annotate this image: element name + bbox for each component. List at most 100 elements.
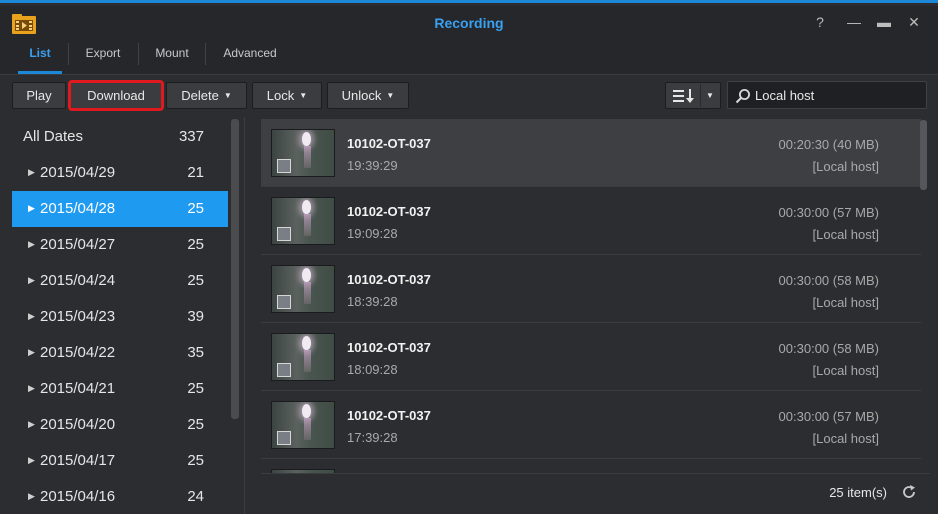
- recording-thumbnail[interactable]: [271, 401, 335, 449]
- expand-arrow-icon[interactable]: ▶: [28, 275, 35, 286]
- recording-thumbnail[interactable]: [271, 129, 335, 177]
- sidebar-item-label: All Dates: [23, 128, 84, 145]
- sidebar-item-count: 25: [187, 272, 204, 289]
- minimize-icon[interactable]: —: [844, 13, 864, 31]
- sidebar-item-label: 2015/04/16: [40, 488, 116, 505]
- recording-thumbnail[interactable]: [271, 197, 335, 245]
- select-checkbox[interactable]: [277, 431, 291, 445]
- recording-host: [Local host]: [812, 363, 880, 378]
- list-item[interactable]: 10102-OT-037 19:09:28 00:30:00 (57 MB) […: [261, 187, 921, 255]
- sort-icon: [673, 89, 694, 103]
- sidebar-item-label: 2015/04/22: [40, 344, 116, 361]
- maximize-icon[interactable]: ▬: [874, 13, 894, 31]
- tab-divider: [138, 43, 139, 65]
- recording-name: 10102-OT-037: [347, 272, 431, 287]
- tab-advanced[interactable]: Advanced: [210, 39, 290, 74]
- select-checkbox[interactable]: [277, 363, 291, 377]
- sidebar-item-label: 2015/04/23: [40, 308, 116, 325]
- download-button-label: Download: [87, 88, 145, 103]
- caret-down-icon[interactable]: ▼: [706, 83, 714, 108]
- expand-arrow-icon[interactable]: ▶: [28, 203, 35, 214]
- recording-thumbnail[interactable]: [271, 333, 335, 381]
- sidebar-item-date[interactable]: ▶ 2015/04/22 35: [12, 335, 228, 371]
- item-count: 25 item(s): [829, 485, 887, 500]
- search-icon: [735, 89, 750, 104]
- sidebar-item-date[interactable]: ▶ 2015/04/20 25: [12, 407, 228, 443]
- select-checkbox[interactable]: [277, 227, 291, 241]
- expand-arrow-icon[interactable]: ▶: [28, 167, 35, 178]
- recording-name: 10102-OT-037: [347, 340, 431, 355]
- help-icon[interactable]: ?: [810, 13, 830, 31]
- expand-arrow-icon[interactable]: ▶: [28, 419, 35, 430]
- expand-arrow-icon[interactable]: ▶: [28, 383, 35, 394]
- unlock-button-label: Unlock: [341, 88, 382, 103]
- sidebar-item-date-selected[interactable]: ▶ 2015/04/28 25: [12, 191, 228, 227]
- list-scrollbar[interactable]: [920, 120, 927, 190]
- expand-arrow-icon[interactable]: ▶: [28, 347, 35, 358]
- sidebar-item-label: 2015/04/24: [40, 272, 116, 289]
- list-item[interactable]: 10102-OT-037 19:39:29 00:20:30 (40 MB) […: [261, 119, 921, 187]
- sidebar-item-label: 2015/04/29: [40, 164, 116, 181]
- sidebar-item-label: 2015/04/21: [40, 380, 116, 397]
- recording-duration: 00:30:00 (57 MB): [778, 205, 879, 220]
- sidebar-item-count: 39: [187, 308, 204, 325]
- select-checkbox[interactable]: [277, 295, 291, 309]
- sidebar-item-date[interactable]: ▶ 2015/04/17 25: [12, 443, 228, 479]
- sort-divider: [700, 84, 701, 107]
- recording-host: [Local host]: [812, 431, 880, 446]
- expand-arrow-icon[interactable]: ▶: [28, 239, 35, 250]
- thumbnail-streak: [304, 418, 311, 440]
- download-button[interactable]: Download: [68, 80, 164, 111]
- lock-button-label: Lock: [266, 88, 295, 103]
- list-item[interactable]: 10102-OT-037 17:39:28 00:30:00 (57 MB) […: [261, 391, 921, 459]
- tab-export[interactable]: Export: [72, 39, 134, 74]
- delete-button-label: Delete: [181, 88, 219, 103]
- sidebar-item-count: 24: [187, 488, 204, 505]
- sort-button[interactable]: ▼: [665, 82, 721, 109]
- list-item[interactable]: 10102-OT-037 18:09:28 00:30:00 (58 MB) […: [261, 323, 921, 391]
- play-button[interactable]: Play: [12, 82, 66, 109]
- search-input[interactable]: Local host: [727, 81, 927, 109]
- select-checkbox[interactable]: [277, 159, 291, 173]
- expand-arrow-icon[interactable]: ▶: [28, 311, 35, 322]
- sidebar-item-date[interactable]: ▶ 2015/04/16 24: [12, 479, 228, 514]
- sidebar-item-count: 25: [187, 452, 204, 469]
- title-bar: Recording ? — ▬ ✕: [0, 6, 938, 39]
- play-button-label: Play: [26, 88, 52, 103]
- tab-list[interactable]: List: [12, 39, 68, 74]
- caret-down-icon: ▼: [386, 91, 395, 100]
- tab-mount[interactable]: Mount: [142, 39, 202, 74]
- sidebar-item-label: 2015/04/28: [40, 200, 116, 217]
- recording-thumbnail[interactable]: [271, 265, 335, 313]
- sidebar-item-date[interactable]: ▶ 2015/04/27 25: [12, 227, 228, 263]
- recording-time: 18:39:28: [347, 294, 398, 309]
- recording-duration: 00:30:00 (57 MB): [778, 409, 879, 424]
- sidebar-item-date[interactable]: ▶ 2015/04/23 39: [12, 299, 228, 335]
- expand-arrow-icon[interactable]: ▶: [28, 491, 35, 502]
- unlock-button[interactable]: Unlock ▼: [327, 82, 409, 109]
- sidebar-scrollbar[interactable]: [231, 119, 239, 419]
- sidebar-item-date[interactable]: ▶ 2015/04/21 25: [12, 371, 228, 407]
- recording-host: [Local host]: [812, 159, 880, 174]
- list-item[interactable]: 10102-OT-037 18:39:28 00:30:00 (58 MB) […: [261, 255, 921, 323]
- lock-button[interactable]: Lock ▼: [252, 82, 322, 109]
- search-value: Local host: [755, 88, 815, 103]
- toolbar: Play Download Delete ▼ Lock ▼ Unlock ▼ ▼ Lo…: [0, 75, 938, 117]
- sidebar-item-all-dates[interactable]: All Dates 337: [12, 119, 228, 155]
- recording-duration: 00:30:00 (58 MB): [778, 273, 879, 288]
- recording-list: 10102-OT-037 19:39:29 00:20:30 (40 MB) […: [261, 117, 930, 473]
- recording-duration: 00:30:00 (58 MB): [778, 341, 879, 356]
- thumbnail-light: [302, 268, 311, 282]
- sidebar-item-date[interactable]: ▶ 2015/04/29 21: [12, 155, 228, 191]
- refresh-icon[interactable]: [900, 483, 918, 501]
- caret-down-icon: ▼: [223, 91, 232, 100]
- delete-button[interactable]: Delete ▼: [166, 82, 247, 109]
- sidebar-item-label: 2015/04/17: [40, 452, 116, 469]
- window-title: Recording: [434, 15, 504, 31]
- close-icon[interactable]: ✕: [904, 13, 924, 31]
- expand-arrow-icon[interactable]: ▶: [28, 455, 35, 466]
- list-item-partial[interactable]: [261, 459, 921, 473]
- sidebar-item-count: 35: [187, 344, 204, 361]
- sidebar-item-date[interactable]: ▶ 2015/04/24 25: [12, 263, 228, 299]
- thumbnail-streak: [304, 214, 311, 236]
